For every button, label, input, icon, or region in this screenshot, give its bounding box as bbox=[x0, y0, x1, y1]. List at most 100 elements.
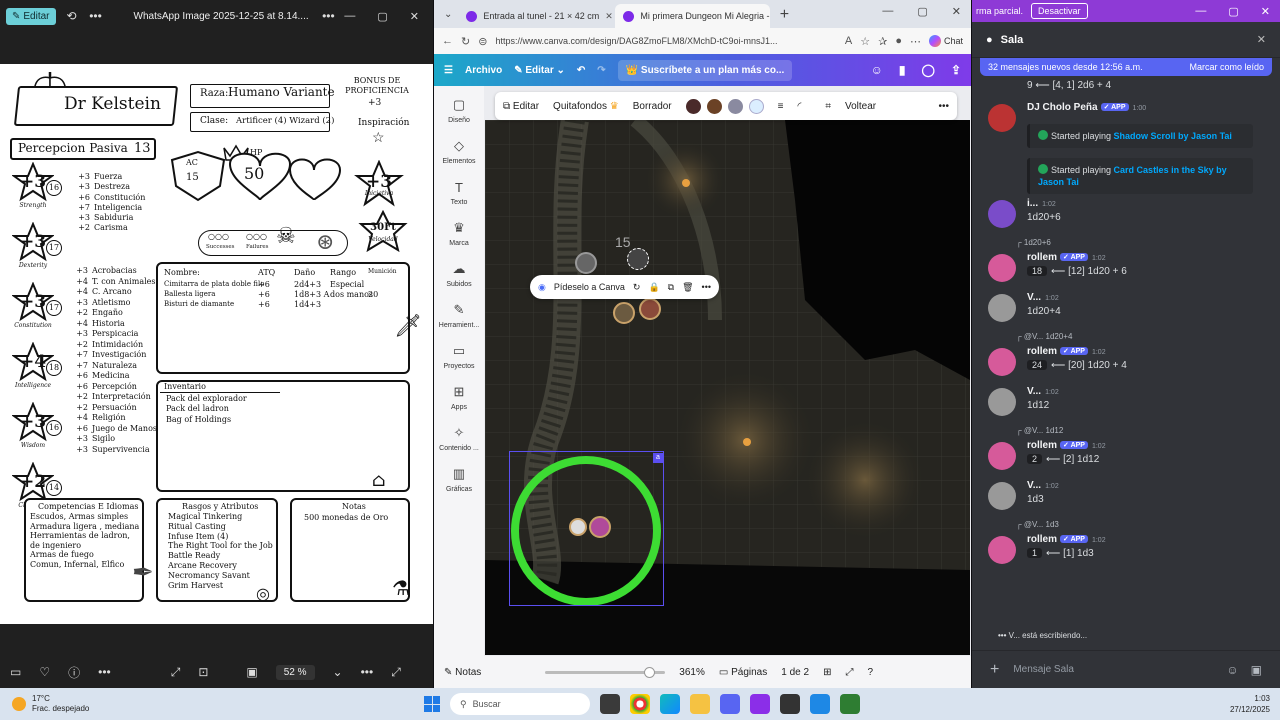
author-name[interactable]: rollem ✓ APP 1:02 bbox=[1027, 440, 1106, 451]
token-warrior[interactable] bbox=[613, 302, 635, 324]
start-button[interactable] bbox=[424, 696, 440, 712]
sidebar-item[interactable]: ▥ Gráficas bbox=[434, 465, 484, 493]
fullscreen-icon[interactable]: ⤢ bbox=[391, 665, 401, 680]
tab-entrada-tunel[interactable]: Entrada al tunel - 21 × 42 cm ✕ bbox=[458, 4, 613, 28]
flip-button[interactable]: Voltear bbox=[845, 101, 876, 112]
notes-button[interactable]: ✎ Notas bbox=[444, 667, 481, 678]
avatar[interactable] bbox=[988, 482, 1016, 510]
maximize-icon[interactable]: ▢ bbox=[377, 10, 387, 23]
close-icon[interactable]: ✕ bbox=[1261, 5, 1270, 18]
more-options-icon[interactable]: ••• bbox=[88, 8, 104, 24]
zoom-slider-knob[interactable] bbox=[643, 666, 655, 678]
weather-widget[interactable]: 17°C Frac. despejado bbox=[0, 694, 300, 714]
new-messages-bar[interactable]: 32 mensajes nuevos desde 12:56 a.m. Marc… bbox=[980, 58, 1272, 76]
avatar[interactable] bbox=[988, 294, 1016, 322]
mark-read-button[interactable]: Marcar como leído bbox=[1189, 62, 1264, 72]
more-options-icon[interactable]: ⋯ bbox=[910, 35, 921, 48]
embed-link[interactable]: Shadow Scroll by Jason Tai bbox=[1114, 131, 1232, 141]
new-tab-button[interactable]: + bbox=[772, 4, 796, 28]
border-style-icon[interactable]: ≡ bbox=[778, 101, 784, 112]
color-swatch[interactable] bbox=[706, 98, 722, 114]
eraser-button[interactable]: Borrador bbox=[633, 101, 672, 112]
bg-remover-button[interactable]: Quitafondos ♛ bbox=[553, 101, 619, 112]
token-selected[interactable] bbox=[627, 248, 649, 270]
author-name[interactable]: rollem ✓ APP 1:02 bbox=[1027, 534, 1106, 545]
sidebar-item[interactable]: ⊞ Apps bbox=[434, 383, 484, 411]
tab-mi-primera-dungeon[interactable]: Mi primera Dungeon Mi Alegria - ✕ bbox=[615, 4, 771, 28]
sidebar-item[interactable]: ☁ Subidos bbox=[434, 260, 484, 288]
tab-actions-icon[interactable]: ⌄ bbox=[440, 9, 456, 20]
canva-icon[interactable] bbox=[750, 694, 770, 714]
avatar[interactable] bbox=[988, 104, 1016, 132]
color-swatch[interactable] bbox=[685, 98, 701, 114]
gif-icon[interactable]: ▣ bbox=[1251, 663, 1262, 677]
more-options-icon[interactable]: ••• bbox=[938, 101, 949, 112]
close-icon[interactable]: ✕ bbox=[952, 5, 961, 18]
help-icon[interactable]: ? bbox=[867, 667, 873, 678]
task-view-icon[interactable] bbox=[600, 694, 620, 714]
maximize-icon[interactable]: ▢ bbox=[917, 5, 927, 18]
avatar[interactable] bbox=[988, 442, 1016, 470]
fit-window-icon[interactable]: ⤢ bbox=[171, 665, 181, 680]
avatar[interactable] bbox=[988, 200, 1016, 228]
read-aloud-icon[interactable]: A bbox=[845, 35, 852, 47]
pages-button[interactable]: ▭ Páginas bbox=[719, 667, 767, 678]
sidebar-item[interactable]: ✧ Contenido ... bbox=[434, 424, 484, 452]
close-icon[interactable]: ✕ bbox=[410, 10, 419, 23]
taskbar-search[interactable]: ⚲ Buscar bbox=[450, 693, 590, 715]
collaborate-icon[interactable]: ☺ bbox=[871, 63, 883, 77]
minimize-icon[interactable]: — bbox=[882, 5, 893, 18]
steam-icon[interactable] bbox=[780, 694, 800, 714]
author-name[interactable]: DJ Cholo Peña ✓ APP 1:00 bbox=[1027, 102, 1146, 113]
maximize-icon[interactable]: ▢ bbox=[1228, 5, 1238, 18]
crop-icon[interactable]: ⌗ bbox=[825, 101, 831, 112]
sidebar-item[interactable]: ▭ Proyectos bbox=[434, 342, 484, 370]
author-name[interactable]: rollem ✓ APP 1:02 bbox=[1027, 252, 1106, 263]
sidebar-item[interactable]: T Texto bbox=[434, 178, 484, 207]
reply-reference[interactable]: ┌ @V... 1d20+4 bbox=[1016, 332, 1072, 341]
more-options-icon[interactable]: ••• bbox=[361, 665, 374, 679]
selection-box[interactable] bbox=[509, 451, 664, 606]
photos-icon[interactable] bbox=[810, 694, 830, 714]
avatar[interactable] bbox=[988, 536, 1016, 564]
author-name[interactable]: V... 1:02 bbox=[1027, 480, 1059, 491]
refresh-icon[interactable]: ↻ bbox=[461, 35, 470, 48]
token-knight[interactable] bbox=[575, 252, 597, 274]
edit-image-button[interactable]: ✎ Editar bbox=[6, 7, 56, 25]
zoom-level[interactable]: 52 % bbox=[275, 664, 315, 680]
file-menu[interactable]: Archivo bbox=[465, 65, 502, 76]
actual-size-icon[interactable]: ⊡ bbox=[198, 665, 208, 679]
chrome-icon[interactable] bbox=[630, 694, 650, 714]
sidebar-item[interactable]: ♛ Marca bbox=[434, 219, 484, 247]
more-options-icon[interactable]: ••• bbox=[98, 665, 111, 679]
url-field[interactable]: https://www.canva.com/design/DAG8ZmoFLM8… bbox=[495, 36, 836, 46]
zoom-percent[interactable]: 361% bbox=[679, 667, 705, 678]
color-swatch[interactable] bbox=[748, 98, 764, 114]
sidebar-item[interactable]: ◇ Elementos bbox=[434, 137, 484, 165]
discord-icon[interactable] bbox=[720, 694, 740, 714]
undo-icon[interactable]: ↶ bbox=[577, 65, 585, 76]
edit-image-button[interactable]: ⧉ Editar bbox=[503, 101, 539, 112]
subscribe-button[interactable]: 👑 Suscríbete a un plan más co... bbox=[617, 59, 793, 81]
system-clock[interactable]: 1:03 27/12/2025 bbox=[1230, 693, 1270, 715]
ask-canva-button[interactable]: Pídeselo a Canva bbox=[554, 282, 625, 292]
file-explorer-icon[interactable] bbox=[690, 694, 710, 714]
comment-icon[interactable]: ◯ bbox=[922, 63, 935, 77]
edit-mode-menu[interactable]: ✎ Editar ⌄ bbox=[514, 65, 565, 76]
author-name[interactable]: V... 1:02 bbox=[1027, 292, 1059, 303]
profile-avatar-icon[interactable]: ● bbox=[895, 35, 902, 47]
avatar[interactable] bbox=[988, 388, 1016, 416]
sidebar-item[interactable]: ✎ Herramient... bbox=[434, 301, 484, 329]
spreadsheet-icon[interactable] bbox=[840, 694, 860, 714]
sidebar-item[interactable]: ▢ Diseño bbox=[434, 96, 484, 124]
favorite-icon[interactable]: ♡ bbox=[39, 665, 50, 679]
deactivate-button[interactable]: Desactivar bbox=[1031, 3, 1088, 19]
emoji-icon[interactable]: ☺ bbox=[1226, 663, 1238, 677]
rotate-icon[interactable]: ⟲ bbox=[64, 8, 80, 24]
fullscreen-icon[interactable]: ⤢ bbox=[845, 667, 853, 678]
author-name[interactable]: rollem ✓ APP 1:02 bbox=[1027, 346, 1106, 357]
info-icon[interactable]: ⓘ bbox=[68, 664, 80, 681]
zoom-slider[interactable] bbox=[545, 666, 666, 678]
avatar[interactable] bbox=[988, 254, 1016, 282]
lock-icon[interactable]: 🔒 bbox=[648, 282, 659, 293]
